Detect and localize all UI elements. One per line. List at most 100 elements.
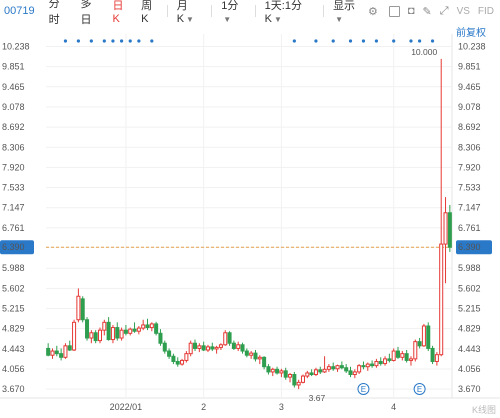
candle-body: [404, 353, 409, 361]
y-tick-label-right: 7.533: [458, 183, 481, 193]
y-tick-label-left: 5.602: [2, 283, 25, 293]
y-tick-label-right: 9.465: [458, 82, 481, 92]
candle-body: [197, 345, 202, 349]
candle-body: [344, 367, 349, 372]
event-dot: [418, 39, 422, 43]
candle-body: [257, 356, 262, 360]
candle-body: [141, 324, 146, 329]
y-tick-label-left: 3.670: [2, 384, 25, 394]
candle-body: [154, 323, 159, 334]
candle-body: [76, 295, 81, 321]
y-tick-label-left: 7.920: [2, 162, 25, 172]
candle-body: [447, 212, 452, 248]
candle-body: [357, 365, 362, 373]
event-dot: [292, 39, 296, 43]
y-tick-label-left: 9.851: [2, 62, 25, 72]
candle-body: [201, 345, 206, 351]
candle-body: [46, 347, 51, 356]
candle-body: [249, 352, 254, 356]
candle-body: [223, 332, 228, 346]
candle-body: [72, 321, 77, 351]
event-dot: [89, 39, 93, 43]
candle-body: [50, 350, 55, 356]
y-tick-label-right: 7.147: [458, 203, 481, 213]
candle-body: [279, 370, 284, 374]
y-tick-label-right: 3.670: [458, 384, 481, 394]
y-tick-label-right: 5.988: [458, 263, 481, 273]
y-tick-label-left: 10.238: [2, 41, 30, 51]
y-tick-label-left: 8.692: [2, 122, 25, 132]
y-tick-label-right: 10.238: [458, 41, 486, 51]
candle-body: [231, 342, 236, 349]
candle-body: [283, 370, 288, 378]
event-dot: [119, 39, 124, 43]
event-dot: [409, 39, 413, 43]
candle-body: [262, 356, 267, 368]
watermark-logo: K线图: [471, 405, 496, 415]
candle-body: [89, 332, 94, 339]
y-tick-label-left: 7.533: [2, 183, 25, 193]
candle-body: [158, 332, 163, 344]
candle-body: [253, 352, 258, 360]
candle-body: [408, 358, 413, 361]
event-dot: [361, 39, 366, 43]
candle-body: [322, 368, 327, 373]
event-marker-label: E: [361, 385, 366, 394]
candle-body: [305, 372, 310, 377]
event-dot: [63, 39, 68, 43]
y-tick-label-left: 4.056: [2, 364, 25, 374]
candle-body: [102, 321, 107, 331]
y-tick-label-left: 5.988: [2, 263, 25, 273]
y-tick-label-left: 9.465: [2, 82, 25, 92]
event-dot: [76, 39, 80, 43]
candle-body: [331, 366, 336, 370]
candle-body: [240, 344, 245, 352]
candle-body: [288, 374, 293, 378]
y-tick-label-left: 7.147: [2, 203, 25, 213]
candle-body: [67, 345, 72, 351]
candle-body: [430, 347, 435, 362]
event-dot: [102, 39, 106, 43]
event-dot: [374, 39, 379, 43]
y-tick-label-left: 6.761: [2, 223, 25, 233]
candle-body: [123, 329, 128, 334]
event-dot: [111, 39, 115, 43]
candle-body: [149, 323, 154, 329]
candle-body: [434, 354, 439, 362]
candle-body: [387, 358, 392, 361]
x-tick-label: 4: [391, 402, 396, 412]
candle-body: [275, 368, 280, 374]
candle-body: [63, 345, 68, 358]
candle-body: [162, 342, 167, 352]
max-price-label: 10.000: [411, 47, 437, 57]
candle-body: [115, 327, 120, 339]
y-tick-label-left: 4.829: [2, 324, 25, 334]
min-price-label: 3.67: [309, 393, 326, 403]
candle-body: [361, 365, 366, 368]
candle-body: [421, 325, 426, 347]
candle-body: [378, 360, 383, 365]
candle-body: [395, 350, 401, 358]
candle-body: [119, 329, 124, 339]
event-dot: [348, 39, 353, 43]
candle-body: [54, 350, 59, 355]
candle-body: [184, 353, 189, 361]
candle-body: [292, 374, 297, 386]
y-tick-label-right: 7.920: [458, 162, 481, 172]
y-tick-label-left: 5.215: [2, 304, 25, 314]
candle-body: [417, 341, 422, 347]
candle-body: [439, 243, 444, 356]
candlestick-chart: 10.238 10.238 9.851 9.851 9.465 9.465 9.078 9.0…: [0, 34, 500, 412]
event-dot: [137, 39, 141, 43]
candle-body: [210, 346, 215, 350]
candle-body: [106, 321, 111, 341]
event-marker-label: E: [417, 385, 422, 394]
candle-body: [374, 360, 379, 367]
candle-body: [300, 375, 306, 383]
candle-body: [413, 341, 418, 360]
candle-body: [339, 365, 344, 369]
y-tick-label-left: 8.306: [2, 142, 25, 152]
x-tick-label: 2022/01: [110, 402, 143, 412]
candle-body: [309, 372, 314, 376]
candle-body: [365, 363, 370, 368]
